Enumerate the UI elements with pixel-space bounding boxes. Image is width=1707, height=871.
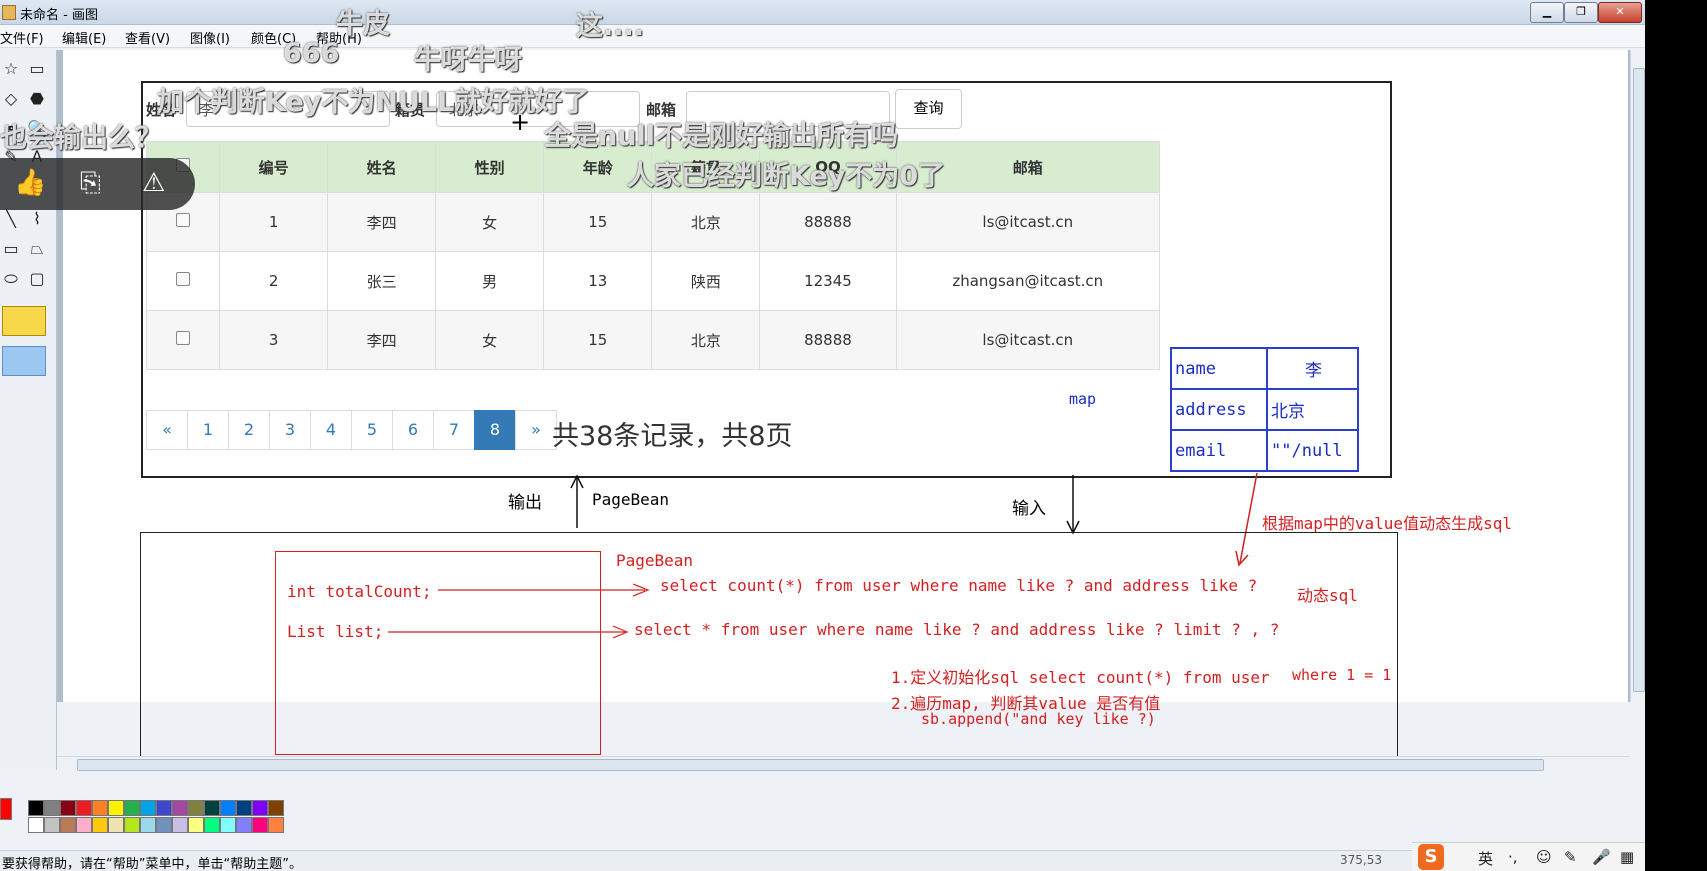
danmaku-comment: 人家已经判断Key不为0了 — [627, 161, 946, 192]
color-swatch[interactable] — [156, 800, 172, 816]
dynamic-sql-note: 根据map中的value值动态生成sql — [1262, 514, 1512, 533]
danmaku-comment: 牛皮 — [336, 9, 390, 40]
color-swatch[interactable] — [220, 817, 236, 833]
emoji-icon[interactable]: ☺ — [1536, 848, 1552, 866]
color-swatch[interactable] — [268, 800, 284, 816]
like-icon[interactable]: 👍 — [14, 168, 46, 198]
color-swatch[interactable] — [236, 817, 252, 833]
step1-note: 1.定义初始化sql select count(*) from user — [891, 668, 1270, 687]
color-palette — [0, 790, 1645, 836]
color-swatch[interactable] — [140, 800, 156, 816]
dynamic-sql-label: 动态sql — [1297, 586, 1358, 605]
color-swatch[interactable] — [124, 817, 140, 833]
sql-select: select * from user where name like ? and… — [634, 620, 1280, 639]
video-action-bar: 👍 ⎘ ⚠ — [0, 158, 195, 210]
color-swatch[interactable] — [60, 800, 76, 816]
report-icon[interactable]: ⚠ — [142, 168, 165, 198]
color-swatch[interactable] — [204, 817, 220, 833]
color-swatch[interactable] — [76, 800, 92, 816]
ime-mode-toggle[interactable]: 英 — [1478, 848, 1493, 869]
color-swatch[interactable] — [60, 817, 76, 833]
paint-window: 未命名 - 画图 ▁ ❐ ✕ 文件(F) 编辑(E) 查看(V) 图像(I) 颜… — [0, 0, 1645, 871]
color-swatch[interactable] — [172, 800, 188, 816]
danmaku-comment: 全是null不是刚好输出所有吗 — [544, 121, 898, 152]
color-swatch[interactable] — [108, 800, 124, 816]
color-swatch[interactable] — [44, 800, 60, 816]
color-swatch[interactable] — [252, 800, 268, 816]
toolbox-icon[interactable]: ▦ — [1620, 848, 1634, 866]
color-swatch[interactable] — [156, 817, 172, 833]
status-bar: 要获得帮助，请在“帮助”菜单中，单击“帮助主题”。 375,53 — [0, 850, 1645, 871]
color-swatch[interactable] — [28, 800, 44, 816]
color-swatch[interactable] — [236, 800, 252, 816]
horizontal-scrollbar[interactable] — [57, 756, 1630, 772]
vertical-scrollbar[interactable] — [1630, 50, 1645, 702]
color-swatch[interactable] — [204, 800, 220, 816]
color-swatch[interactable] — [220, 800, 236, 816]
punctuation-icon[interactable]: ·, — [1508, 848, 1518, 866]
pagebean-box-title: PageBean — [616, 551, 694, 570]
color-swatch[interactable] — [108, 817, 124, 833]
handwriting-icon[interactable]: ✎ — [1564, 848, 1577, 866]
color-swatch[interactable] — [92, 817, 108, 833]
voice-icon[interactable]: 🎤 — [1592, 848, 1611, 866]
field-list: List list; — [287, 622, 384, 641]
danmaku-comment: 加个判断Key不为NULL就好就好了 — [157, 87, 590, 118]
color-swatch[interactable] — [44, 817, 60, 833]
sogou-logo-icon[interactable]: S — [1418, 844, 1444, 870]
danmaku-comment: 牛呀牛呀 — [414, 45, 522, 76]
color-swatch[interactable] — [188, 817, 204, 833]
copy-icon[interactable]: ⎘ — [80, 168, 101, 199]
color-swatch[interactable] — [188, 800, 204, 816]
pagebean-label: PageBean — [592, 490, 670, 509]
step1-tail: where 1 = 1 — [1292, 666, 1392, 684]
color-swatch[interactable] — [172, 817, 188, 833]
danmaku-comment: 也会输出么？ — [0, 123, 162, 154]
color-swatch[interactable] — [140, 817, 156, 833]
vertical-scroll-thumb[interactable] — [1633, 68, 1645, 692]
field-totalcount: int totalCount; — [287, 582, 432, 601]
input-label: 输入 — [1012, 499, 1046, 519]
horizontal-scroll-thumb[interactable] — [77, 759, 1544, 771]
color-swatch[interactable] — [92, 800, 108, 816]
cursor-coordinates: 375,53 — [1340, 853, 1382, 867]
output-label: 输出 — [508, 493, 542, 513]
color-swatch[interactable] — [28, 817, 44, 833]
status-help-text: 要获得帮助，请在“帮助”菜单中，单击“帮助主题”。 — [2, 857, 302, 871]
color-swatch[interactable] — [76, 817, 92, 833]
letterbox-right — [1645, 0, 1707, 871]
primary-color-swatch[interactable] — [0, 798, 12, 820]
step3-note: sb.append("and key like ?) — [921, 710, 1156, 728]
danmaku-comment: 666 — [283, 38, 340, 69]
sql-count: select count(*) from user where name lik… — [660, 576, 1258, 595]
ime-toolbar: S 英 ·, ☺ ✎ 🎤 ▦ — [1412, 842, 1645, 871]
color-swatch[interactable] — [252, 817, 268, 833]
color-swatch[interactable] — [124, 800, 140, 816]
danmaku-comment: 这.... — [576, 11, 645, 42]
color-swatch[interactable] — [268, 817, 284, 833]
